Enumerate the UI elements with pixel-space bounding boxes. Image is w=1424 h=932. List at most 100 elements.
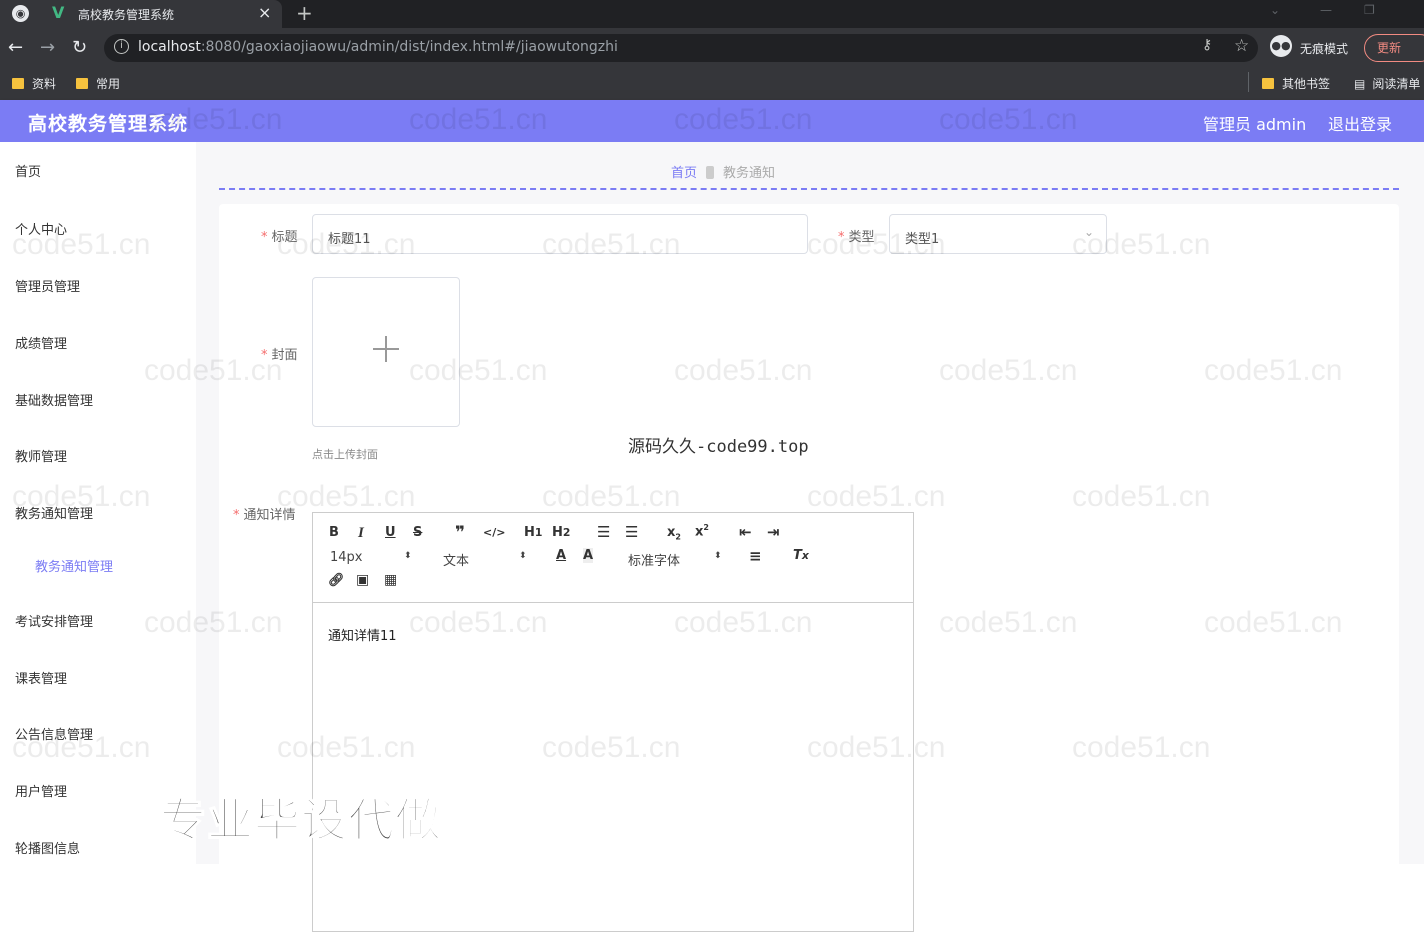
type-select-value: 类型1: [905, 232, 940, 247]
underline-icon[interactable]: U: [385, 525, 396, 540]
divider: [219, 188, 1399, 190]
clear-format-icon[interactable]: Tx: [793, 548, 809, 563]
sidebar-item-admin-management[interactable]: 管理员管理: [15, 276, 80, 295]
tab-title: 高校教务管理系统: [78, 8, 175, 22]
sidebar-subitem-notices[interactable]: 教务通知管理: [35, 556, 113, 575]
text-style-select[interactable]: 文本 ⬍: [443, 550, 527, 569]
background-color-icon[interactable]: A: [583, 548, 594, 563]
bookmarks-divider: [1248, 72, 1249, 92]
sidebar-item-grades[interactable]: 成绩管理: [15, 333, 67, 352]
update-button[interactable]: 更新: [1364, 34, 1424, 62]
link-icon[interactable]: 🔗︎: [328, 573, 345, 588]
superscript-icon[interactable]: x2: [695, 523, 709, 539]
close-tab-icon[interactable]: ×: [258, 3, 271, 22]
reading-list[interactable]: ▤ 阅读清单: [1354, 75, 1420, 92]
detail-label: * 通知详情: [233, 508, 296, 523]
font-family-select[interactable]: 标准字体 ⬍: [628, 550, 724, 569]
align-icon[interactable]: ≡: [749, 547, 762, 565]
notice-form: * 标题 标题11 * 类型 类型1 ⌄ * 封面 点击上传封面 * 通知详情 B I …: [219, 204, 1399, 932]
browser-tab[interactable]: ◉ V 高校教务管理系统 ×: [0, 0, 282, 28]
bookmarks-bar: 资料 常用 其他书签 ▤ 阅读清单: [0, 68, 1424, 100]
bullet-list-icon[interactable]: ☰: [625, 523, 638, 541]
sidebar-item-home[interactable]: 首页: [15, 161, 41, 180]
ordered-list-icon[interactable]: ☰: [597, 523, 610, 541]
type-label: * 类型: [838, 230, 875, 245]
title-label: * 标题: [261, 230, 298, 245]
promo-overlay-text: 专业毕设代做: [159, 792, 442, 848]
image-icon[interactable]: ▣: [356, 572, 369, 588]
indent-icon[interactable]: ⇥: [767, 523, 780, 541]
sidebar-item-teachers[interactable]: 教师管理: [15, 446, 67, 465]
site-overlay-text: 源码久久-code99.top: [628, 437, 809, 457]
italic-icon[interactable]: I: [358, 525, 364, 542]
other-bookmarks[interactable]: 其他书签: [1262, 75, 1330, 92]
cover-upload-hint: 点击上传封面: [312, 448, 378, 461]
blockquote-icon[interactable]: ❞: [455, 523, 465, 543]
bookmark-folder-changyong[interactable]: 常用: [76, 75, 120, 92]
admin-label: 管理员 admin: [1203, 115, 1307, 134]
new-tab-icon[interactable]: +: [296, 1, 313, 25]
cover-upload[interactable]: [312, 277, 460, 427]
sort-arrows-icon: ⬍: [714, 551, 722, 561]
sidebar: 首页 个人中心 管理员管理 成绩管理 基础数据管理 教师管理 教务通知管理 教务…: [0, 142, 196, 864]
chevron-down-icon: ⌄: [1083, 225, 1094, 239]
video-icon[interactable]: ▦: [384, 572, 397, 588]
address-bar[interactable]: i localhost:8080/gaoxiaojiaowu/admin/dis…: [104, 34, 1258, 62]
bookmark-star-icon[interactable]: ☆: [1234, 36, 1249, 56]
sidebar-item-exams[interactable]: 考试安排管理: [15, 611, 93, 630]
sort-arrows-icon: ⬍: [404, 551, 412, 561]
browser-tab-bar: ◉ V 高校教务管理系统 × + ⌄ — ❐: [0, 0, 1424, 28]
breadcrumb: 首页 教务通知: [671, 162, 775, 181]
sidebar-item-carousel[interactable]: 轮播图信息: [15, 838, 80, 857]
sidebar-item-timetable[interactable]: 课表管理: [15, 668, 67, 687]
font-size-select[interactable]: 14px ⬍: [330, 550, 414, 565]
code-icon[interactable]: </>: [483, 526, 505, 539]
plus-icon: [373, 336, 399, 362]
type-select[interactable]: 类型1 ⌄: [889, 214, 1107, 254]
sort-arrows-icon: ⬍: [519, 551, 527, 561]
sidebar-item-personal-center[interactable]: 个人中心: [15, 219, 67, 238]
main-content: 首页 教务通知 * 标题 标题11 * 类型 类型1 ⌄ * 封面 点击上传封面 * 通知…: [196, 142, 1424, 932]
browser-app-icon: ◉: [12, 5, 29, 22]
chevron-down-icon[interactable]: ⌄: [1270, 3, 1280, 17]
sidebar-item-basic-data[interactable]: 基础数据管理: [15, 390, 93, 409]
reload-icon[interactable]: ↻: [72, 37, 87, 58]
incognito-icon: ●●: [1270, 35, 1292, 57]
font-color-icon[interactable]: A: [556, 548, 566, 563]
forward-icon[interactable]: →: [40, 37, 55, 58]
bold-icon[interactable]: B: [329, 525, 339, 540]
heading1-icon[interactable]: H1: [524, 525, 542, 540]
browser-toolbar: ← → ↻ i localhost:8080/gaoxiaojiaowu/adm…: [0, 28, 1424, 68]
back-icon[interactable]: ←: [8, 37, 23, 58]
breadcrumb-separator-icon: [706, 166, 715, 179]
cover-label: * 封面: [261, 348, 298, 363]
restore-icon[interactable]: ❐: [1364, 3, 1375, 17]
folder-icon: [12, 78, 24, 89]
editor-toolbar: B I U S ❞ </> H1 H2 ☰ ☰ x2 x2 ⇤ ⇥ 14px ⬍ …: [313, 513, 913, 603]
breadcrumb-current: 教务通知: [723, 166, 776, 181]
folder-icon: [76, 78, 88, 89]
folder-icon: [1262, 78, 1274, 89]
subscript-icon[interactable]: x2: [667, 525, 681, 542]
app-header: 高校教务管理系统 管理员 admin 退出登录: [0, 100, 1424, 142]
sidebar-item-users[interactable]: 用户管理: [15, 781, 67, 800]
sidebar-item-notices[interactable]: 教务通知管理: [15, 503, 93, 522]
minimize-icon[interactable]: —: [1320, 3, 1332, 17]
breadcrumb-home[interactable]: 首页: [671, 166, 697, 181]
title-input[interactable]: 标题11: [312, 214, 808, 254]
incognito-label: 无痕模式: [1300, 42, 1349, 56]
site-info-icon[interactable]: i: [114, 39, 129, 54]
app-title: 高校教务管理系统: [28, 113, 189, 135]
rich-text-editor: B I U S ❞ </> H1 H2 ☰ ☰ x2 x2 ⇤ ⇥ 14px ⬍ …: [312, 512, 914, 932]
editor-content[interactable]: 通知详情11: [328, 625, 397, 644]
vue-favicon-icon: V: [52, 3, 65, 22]
url-text: localhost:8080/gaoxiaojiaowu/admin/dist/…: [138, 39, 618, 55]
bookmark-folder-ziliao[interactable]: 资料: [12, 75, 56, 92]
outdent-icon[interactable]: ⇤: [739, 523, 752, 541]
key-icon[interactable]: ⚷: [1202, 37, 1212, 53]
sidebar-item-announcements[interactable]: 公告信息管理: [15, 724, 93, 743]
heading2-icon[interactable]: H2: [552, 525, 570, 540]
logout-button[interactable]: 退出登录: [1328, 111, 1392, 135]
reading-list-icon: ▤: [1354, 77, 1366, 91]
strikethrough-icon[interactable]: S: [413, 525, 422, 540]
